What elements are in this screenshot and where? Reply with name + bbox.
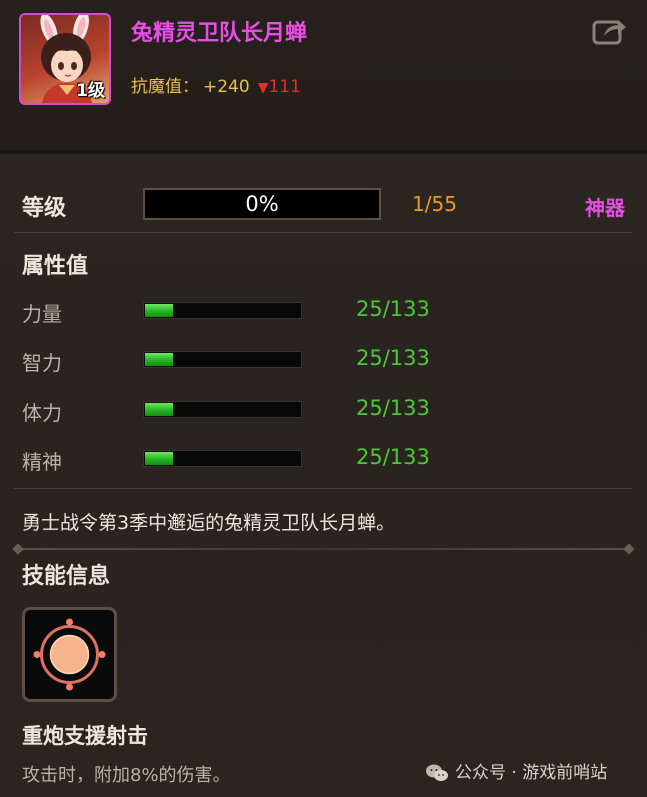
watermark-text: 公众号 · 游戏前哨站 [455, 763, 608, 783]
stat-name: 智力 [22, 351, 62, 375]
stat-bar [143, 450, 302, 467]
magic-resist-value: +240 [203, 77, 250, 97]
item-avatar: 1级 [19, 13, 111, 105]
divider [14, 232, 632, 233]
attributes-title: 属性值 [22, 254, 89, 279]
skill-description: 攻击时，附加8%的伤害。 [22, 765, 231, 786]
watermark: 公众号 · 游戏前哨站 [425, 758, 607, 783]
stat-bar [143, 302, 302, 319]
stat-name: 力量 [22, 302, 62, 326]
stat-row-intelligence: 智力 25/133 [0, 343, 647, 379]
skill-icon-frame[interactable] [22, 607, 117, 702]
stat-bar-fill [145, 403, 173, 416]
stat-value: 25/133 [356, 396, 430, 420]
level-row: 等级 0% 1/55 神器 [0, 180, 647, 228]
level-badge: 1级 [76, 81, 105, 101]
stat-row-strength: 力量 25/133 [0, 294, 647, 330]
decrease-arrow-icon: ▼ [257, 80, 269, 96]
stat-bar-fill [145, 304, 173, 317]
wechat-icon [426, 764, 448, 781]
stat-bar-fill [145, 353, 173, 366]
item-header: 1级 兔精灵卫队长月蝉 抗魔值： +240 ▼111 [0, 0, 647, 152]
ornament-dot [623, 543, 635, 555]
divider [14, 488, 632, 489]
ornament-divider [18, 548, 632, 550]
stat-row-vitality: 体力 25/133 [0, 393, 647, 429]
stat-name: 精神 [22, 450, 62, 474]
share-icon[interactable] [592, 16, 628, 46]
ornament-dot [12, 543, 24, 555]
magic-resist-decrease: 111 [268, 77, 301, 97]
level-count: 1/55 [412, 192, 457, 216]
skill-section-title: 技能信息 [22, 564, 111, 589]
item-tooltip-panel: 1级 兔精灵卫队长月蝉 抗魔值： +240 ▼111 等级 0% 1/55 神器 属… [0, 0, 647, 797]
skill-name: 重炮支援射击 [22, 724, 148, 748]
level-label: 等级 [22, 196, 67, 221]
magic-resist-label: 抗魔值： [131, 77, 199, 97]
header-divider [0, 150, 647, 154]
stat-row-spirit: 精神 25/133 [0, 442, 647, 478]
item-name: 兔精灵卫队长月蝉 [131, 21, 308, 46]
item-description: 勇士战令第3季中邂逅的兔精灵卫队长月蝉。 [22, 512, 396, 534]
stat-value: 25/133 [356, 445, 430, 469]
stat-name: 体力 [22, 401, 62, 425]
stat-bar-fill [145, 452, 173, 465]
stat-value: 25/133 [356, 297, 430, 321]
level-progress-bar: 0% [143, 188, 381, 220]
stat-bar [143, 401, 302, 418]
magic-resist-line: 抗魔值： +240 ▼111 [131, 72, 301, 97]
sun-orb-icon [33, 618, 106, 691]
level-progress-text: 0% [245, 192, 279, 216]
rarity-label: 神器 [585, 196, 625, 220]
stat-bar [143, 351, 302, 368]
stat-value: 25/133 [356, 346, 430, 370]
